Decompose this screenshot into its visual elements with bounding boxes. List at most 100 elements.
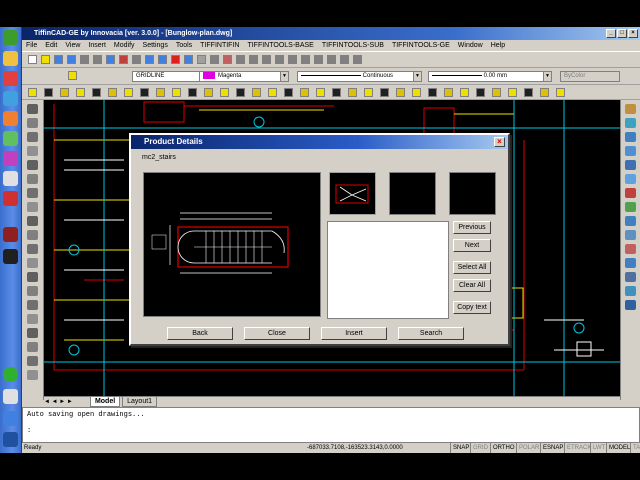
toolbar-tool-icon[interactable] bbox=[353, 55, 362, 64]
copy-icon[interactable] bbox=[625, 118, 636, 128]
trim-icon[interactable] bbox=[625, 230, 636, 240]
menu-item-file[interactable]: File bbox=[22, 40, 41, 52]
extend-tool-icon[interactable] bbox=[27, 342, 38, 352]
tiffin-tool-icon[interactable] bbox=[348, 88, 357, 97]
tiffin-tool-icon[interactable] bbox=[92, 88, 101, 97]
move-tool-icon[interactable] bbox=[27, 272, 38, 282]
start-icon[interactable] bbox=[3, 30, 18, 45]
copy-tool-icon[interactable] bbox=[27, 286, 38, 296]
offset-icon[interactable] bbox=[625, 146, 636, 156]
insert-block-icon[interactable] bbox=[27, 202, 38, 212]
toolbar-tool-icon[interactable] bbox=[54, 55, 63, 64]
menu-item-window[interactable]: Window bbox=[454, 40, 487, 52]
command-line[interactable]: Auto saving open drawings... : bbox=[22, 407, 640, 443]
menu-item-tiffintools-base[interactable]: TIFFINTOOLS-BASE bbox=[243, 40, 317, 52]
etrack-toggle[interactable]: ETRACK bbox=[564, 443, 593, 453]
tiffin-tool-icon[interactable] bbox=[300, 88, 309, 97]
fillet-icon[interactable] bbox=[625, 286, 636, 296]
menu-item-tiffintools-ge[interactable]: TIFFINTOOLS-GE bbox=[388, 40, 454, 52]
explode-tool-icon[interactable] bbox=[27, 370, 38, 380]
lineweight-combo[interactable]: 0.00 mm ▼ bbox=[428, 71, 552, 82]
menu-item-edit[interactable]: Edit bbox=[41, 40, 61, 52]
tiffin-tool-icon[interactable] bbox=[412, 88, 421, 97]
text-tool-icon[interactable] bbox=[27, 258, 38, 268]
clear-all-button[interactable]: Clear All bbox=[453, 279, 491, 292]
menu-item-settings[interactable]: Settings bbox=[139, 40, 172, 52]
menu-item-help[interactable]: Help bbox=[487, 40, 509, 52]
layer-state-icon[interactable] bbox=[68, 71, 77, 80]
stretch-icon[interactable] bbox=[625, 216, 636, 226]
tiffin-tool-icon[interactable] bbox=[252, 88, 261, 97]
close-button[interactable]: Close bbox=[244, 327, 310, 340]
tiffin-tool-icon[interactable] bbox=[332, 88, 341, 97]
taskbar-app-icon[interactable] bbox=[3, 111, 18, 126]
rectangle-tool-icon[interactable] bbox=[27, 132, 38, 142]
tiffin-tool-icon[interactable] bbox=[60, 88, 69, 97]
toolbar-tool-icon[interactable] bbox=[106, 55, 115, 64]
model-toggle[interactable]: MODEL bbox=[606, 443, 632, 453]
tiffin-tool-icon[interactable] bbox=[524, 88, 533, 97]
tab-layout1[interactable]: Layout1 bbox=[122, 397, 158, 407]
tiffin-tool-icon[interactable] bbox=[364, 88, 373, 97]
tiffin-tool-icon[interactable] bbox=[220, 88, 229, 97]
toolbar-tool-icon[interactable] bbox=[119, 55, 128, 64]
select-all-button[interactable]: Select All bbox=[453, 261, 491, 274]
tiffin-tool-icon[interactable] bbox=[156, 88, 165, 97]
toolbar-tool-icon[interactable] bbox=[223, 55, 232, 64]
pencil-icon[interactable] bbox=[625, 104, 636, 114]
tiffin-tool-icon[interactable] bbox=[140, 88, 149, 97]
lwt-toggle[interactable]: LWT bbox=[590, 443, 607, 453]
toolbar-tool-icon[interactable] bbox=[171, 55, 180, 64]
minimize-button[interactable]: _ bbox=[606, 29, 616, 38]
taskbar-app-icon[interactable] bbox=[3, 71, 18, 86]
hatch-tool-icon[interactable] bbox=[27, 230, 38, 240]
product-details-list[interactable] bbox=[327, 221, 449, 319]
back-button[interactable]: Back bbox=[167, 327, 233, 340]
tab-nav-arrows[interactable]: ◄ ◄ ► ► bbox=[44, 397, 88, 407]
toolbar-tool-icon[interactable] bbox=[132, 55, 141, 64]
rotate-icon[interactable] bbox=[625, 188, 636, 198]
toolbar-tool-icon[interactable] bbox=[67, 55, 76, 64]
menu-item-modify[interactable]: Modify bbox=[110, 40, 139, 52]
tiffin-tool-icon[interactable] bbox=[28, 88, 37, 97]
toolbar-tool-icon[interactable] bbox=[327, 55, 336, 64]
chamfer-icon[interactable] bbox=[625, 272, 636, 282]
dialog-close-icon[interactable]: × bbox=[494, 137, 505, 147]
linetype-combo[interactable]: Continuous ▼ bbox=[297, 71, 422, 82]
copy-text-button[interactable]: Copy text bbox=[453, 301, 491, 314]
array-icon[interactable] bbox=[625, 160, 636, 170]
ortho-toggle[interactable]: ORTHO bbox=[490, 443, 517, 453]
taskbar-app-icon[interactable] bbox=[3, 151, 18, 166]
tiffin-tool-icon[interactable] bbox=[236, 88, 245, 97]
tiffin-tool-icon[interactable] bbox=[508, 88, 517, 97]
toolbar-tool-icon[interactable] bbox=[28, 55, 37, 64]
toolbar-tool-icon[interactable] bbox=[145, 55, 154, 64]
layer-combo[interactable]: GRIDLINE▼ bbox=[132, 71, 208, 82]
toolbar-tool-icon[interactable] bbox=[210, 55, 219, 64]
tiffin-tool-icon[interactable] bbox=[396, 88, 405, 97]
toolbar-tool-icon[interactable] bbox=[184, 55, 193, 64]
tiffin-tool-icon[interactable] bbox=[380, 88, 389, 97]
move-icon[interactable] bbox=[625, 174, 636, 184]
tiffin-tool-icon[interactable] bbox=[316, 88, 325, 97]
plotstyle-combo[interactable]: ByColor bbox=[560, 71, 620, 82]
insert-button[interactable]: Insert bbox=[321, 327, 387, 340]
circle-tool-icon[interactable] bbox=[27, 160, 38, 170]
tiffin-tool-icon[interactable] bbox=[124, 88, 133, 97]
region-tool-icon[interactable] bbox=[27, 244, 38, 254]
thumbnail-selected[interactable] bbox=[329, 172, 376, 215]
grid-toggle[interactable]: GRID bbox=[470, 443, 490, 453]
taskbar-app-icon[interactable] bbox=[3, 91, 18, 106]
toolbar-tool-icon[interactable] bbox=[301, 55, 310, 64]
taskbar-app-icon[interactable] bbox=[3, 389, 18, 404]
tiffin-tool-icon[interactable] bbox=[204, 88, 213, 97]
menu-item-tiffintifin[interactable]: TIFFINTIFIN bbox=[196, 40, 243, 52]
trim-tool-icon[interactable] bbox=[27, 328, 38, 338]
spline-tool-icon[interactable] bbox=[27, 174, 38, 184]
tiffin-tool-icon[interactable] bbox=[284, 88, 293, 97]
scale-tool-icon[interactable] bbox=[27, 314, 38, 324]
toolbar-tool-icon[interactable] bbox=[340, 55, 349, 64]
tiffin-tool-icon[interactable] bbox=[444, 88, 453, 97]
scale-icon[interactable] bbox=[625, 202, 636, 212]
tiffin-tool-icon[interactable] bbox=[188, 88, 197, 97]
